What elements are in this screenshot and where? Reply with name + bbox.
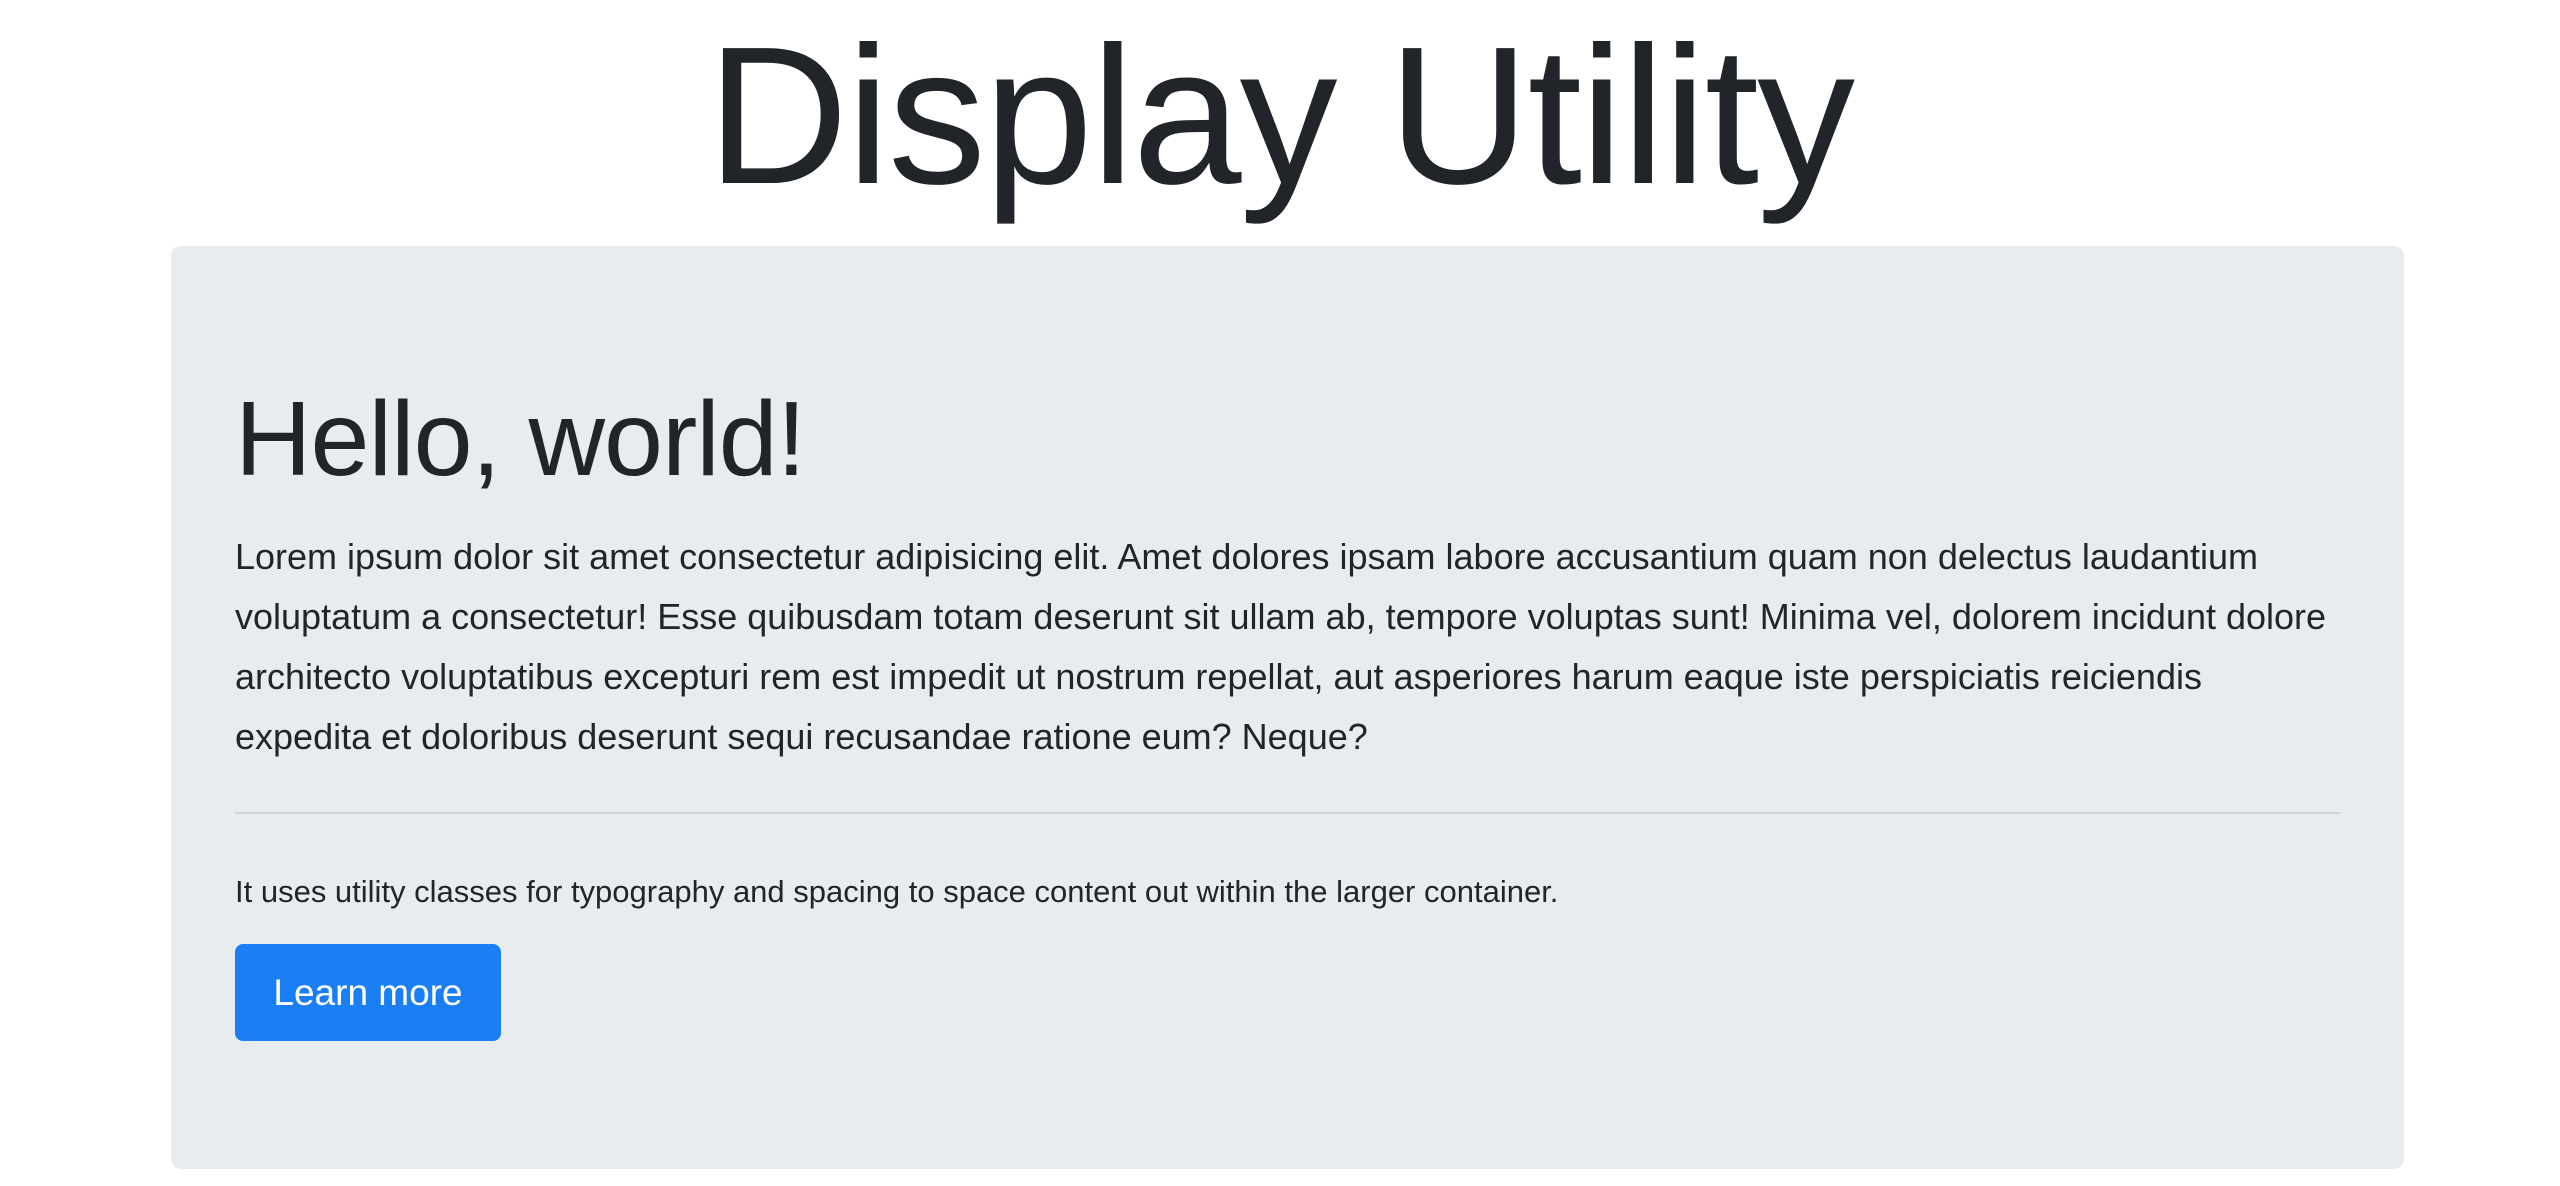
page-title: Display Utility	[706, 6, 1855, 225]
jumbotron: Hello, world! Lorem ipsum dolor sit amet…	[171, 246, 2404, 1169]
divider	[235, 812, 2340, 814]
lead-paragraph: Lorem ipsum dolor sit amet consectetur a…	[235, 536, 2327, 757]
jumbotron-heading: Hello, world!	[235, 380, 806, 498]
info-text: It uses utility classes for typography a…	[235, 874, 1559, 909]
learn-more-button[interactable]: Learn more	[235, 944, 501, 1041]
